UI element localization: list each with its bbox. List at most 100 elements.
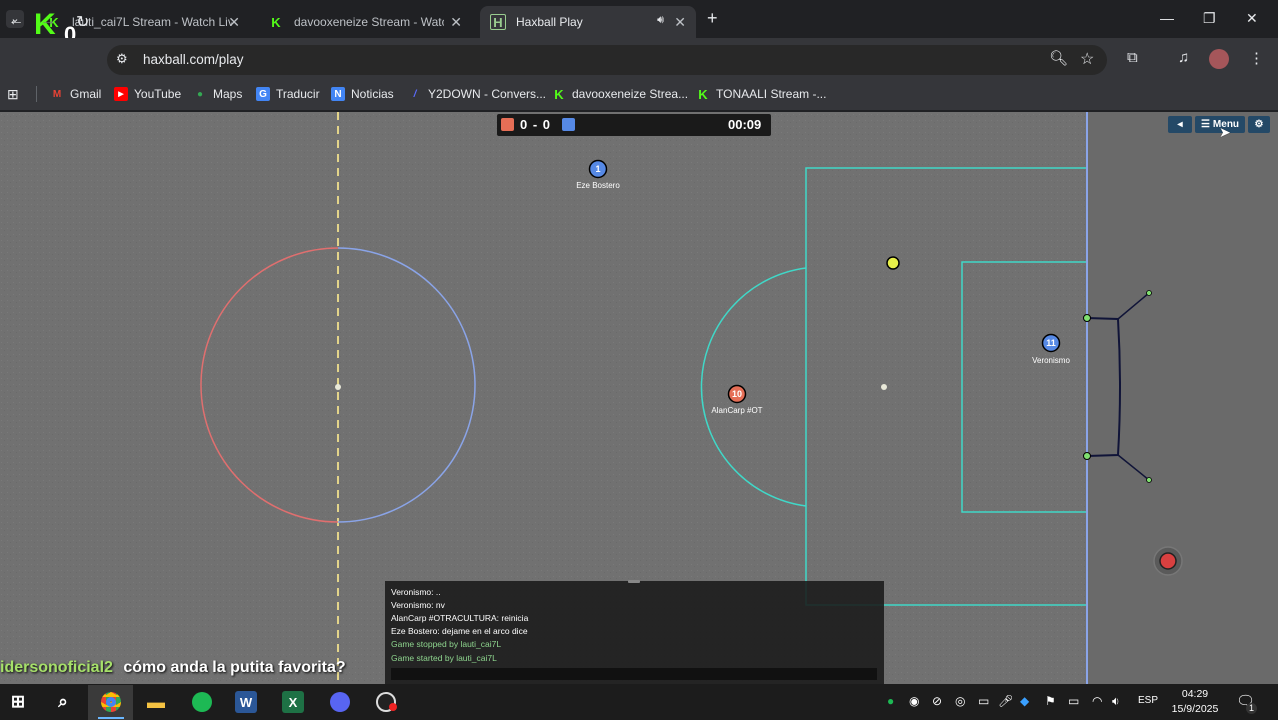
minimize-button[interactable]: — (1160, 10, 1174, 26)
penalty-spot (881, 384, 887, 390)
language-indicator[interactable]: ESP (1138, 695, 1158, 706)
ball (886, 256, 900, 270)
stream-chat-overlay: idersonoficial2 cómo anda la putita favo… (0, 659, 346, 677)
player-number: 1 (595, 164, 601, 174)
center-spot (335, 384, 341, 390)
tab-haxball[interactable]: H Haxball Play 🔊︎ ✕ (480, 6, 696, 38)
chat-tray-icon[interactable]: ▭ (978, 694, 989, 708)
excel-icon[interactable]: X (282, 691, 304, 713)
volume-icon[interactable]: 🔉︎ (1112, 694, 1120, 709)
extensions-icon[interactable]: ⧉ (1127, 49, 1138, 66)
spotify-icon[interactable] (189, 689, 215, 715)
chat-message: Eze Bostero: dejame en el arco dice (391, 626, 528, 636)
notification-count: 1 (1246, 703, 1257, 714)
bookmark-star-icon[interactable]: ☆ (1080, 49, 1094, 69)
back-button[interactable]: ← (8, 12, 24, 30)
kick-icon: K (698, 86, 708, 102)
close-tab-icon[interactable]: ✕ (450, 14, 462, 31)
chat-resize-handle[interactable] (628, 580, 640, 583)
battery-icon[interactable]: ▭ (1068, 694, 1079, 708)
stream-chat-user: idersonoficial2 (0, 659, 113, 676)
chrome-icon[interactable] (98, 689, 124, 715)
bookmark-tonaali[interactable]: K TONAALI Stream -... (696, 86, 826, 102)
bookmark-traducir[interactable]: G Traducir (256, 87, 320, 101)
goal-post-bottom (1083, 452, 1091, 460)
haxball-icon: H (490, 14, 506, 30)
system-clock[interactable]: 04:29 15/9/2025 (1170, 687, 1220, 717)
chat-system-message: Game stopped by lauti_cai7L (391, 639, 502, 649)
profile-avatar[interactable] (1209, 49, 1229, 69)
bookmark-maps[interactable]: ● Maps (193, 87, 242, 101)
player-name: Eze Bostero (576, 181, 620, 190)
steam-tray-icon[interactable]: ◎ (955, 694, 965, 708)
new-tab-button[interactable]: + (707, 8, 718, 29)
forward-button[interactable]: → (40, 12, 56, 30)
close-window-button[interactable]: ✕ (1246, 10, 1258, 27)
spotify-tray-icon[interactable]: ● (887, 694, 894, 708)
player-number: 10 (731, 389, 742, 399)
y2down-icon: / (413, 88, 417, 100)
settings-button[interactable]: ⚙ (1248, 116, 1270, 133)
kick-icon: K (554, 86, 564, 102)
player-name: AlanCarp #OT (711, 406, 763, 415)
wifi-icon[interactable]: ◠ (1092, 694, 1102, 708)
chat-input[interactable] (391, 668, 877, 680)
word-icon[interactable]: W (235, 691, 257, 713)
url-text[interactable]: haxball.com/play (143, 52, 244, 67)
close-tab-icon[interactable]: ✕ (228, 14, 240, 31)
chat-system-message: Game started by lauti_cai7L (391, 653, 497, 663)
windows-start-icon[interactable]: ⊞ (5, 689, 31, 715)
obs-icon[interactable] (373, 689, 399, 715)
network-app-icon[interactable]: ◆ (1020, 694, 1029, 708)
site-info-icon[interactable]: ⚙ (116, 51, 128, 67)
discord-tray-icon[interactable]: ◉ (909, 694, 919, 708)
blue-team-icon (562, 118, 575, 131)
speaker-icon[interactable]: 🔊︎ (657, 14, 664, 27)
hamburger-icon: ☰ (1200, 119, 1210, 130)
more-menu-icon[interactable]: ⋮ (1249, 49, 1264, 67)
translate-icon: G (256, 87, 270, 101)
restore-button[interactable]: ❐ (1203, 10, 1216, 27)
address-bar[interactable] (107, 45, 1107, 75)
reload-button[interactable]: ↻ (76, 12, 89, 32)
news-icon: N (331, 87, 345, 101)
bookmark-gmail[interactable]: M Gmail (50, 87, 102, 101)
red-team-icon (501, 118, 514, 131)
bookmark-davoo[interactable]: Kdavooxeneize Strea... (552, 86, 688, 102)
security-icon[interactable]: ⚑ (1045, 694, 1056, 708)
discord-icon[interactable] (327, 689, 353, 715)
obs-recording-badge (389, 703, 397, 711)
maps-pin-icon: ● (196, 88, 204, 100)
player-name: Veronismo (1032, 356, 1070, 365)
youtube-icon: ▶ (114, 87, 128, 101)
bookmark-y2down[interactable]: / Y2DOWN - Convers... (408, 87, 546, 101)
player-number: 11 (1046, 338, 1056, 348)
kick-icon: K (271, 14, 281, 30)
net-corner-bottom (1146, 477, 1152, 483)
media-control-icon[interactable]: ♫ (1178, 49, 1189, 66)
goal-post-top (1083, 314, 1091, 322)
bookmark-noticias[interactable]: N Noticias (331, 87, 394, 101)
score-text: 0 - 0 (520, 117, 552, 132)
close-tab-icon[interactable]: ✕ (674, 14, 686, 31)
bookmark-youtube[interactable]: ▶ YouTube (114, 87, 181, 101)
zoom-icon[interactable]: 🔍︎ (1049, 49, 1068, 67)
file-explorer-icon[interactable]: ▬ (143, 689, 169, 715)
net-corner-top (1146, 290, 1152, 296)
mouse-cursor-icon: ➤ (1219, 124, 1231, 140)
gmail-icon: M (52, 88, 62, 100)
microphone-icon[interactable]: 🎤︎ (998, 694, 1013, 708)
collapse-button[interactable]: ◂ (1168, 116, 1192, 133)
chat-message: Veronismo: nv (391, 600, 445, 610)
game-timer: 00:09 (728, 117, 762, 132)
gear-icon: ⚙ (1254, 119, 1264, 130)
search-icon[interactable]: ⌕ (50, 689, 76, 715)
record-icon (1159, 552, 1177, 570)
stream-chat-message: cómo anda la putita favorita? (123, 659, 346, 676)
app-tray-icon[interactable]: ⊘ (932, 694, 942, 708)
out-of-bounds (1087, 112, 1278, 684)
tab-davoo-stream[interactable]: K davooxeneize Stream - Watch Live ✕ (258, 6, 472, 38)
chat-message: AlanCarp #OTRACULTURA: reinicia (391, 613, 529, 623)
chat-message: Veronismo: .. (391, 587, 441, 597)
apps-grid-icon[interactable]: ⊞ (7, 86, 19, 103)
